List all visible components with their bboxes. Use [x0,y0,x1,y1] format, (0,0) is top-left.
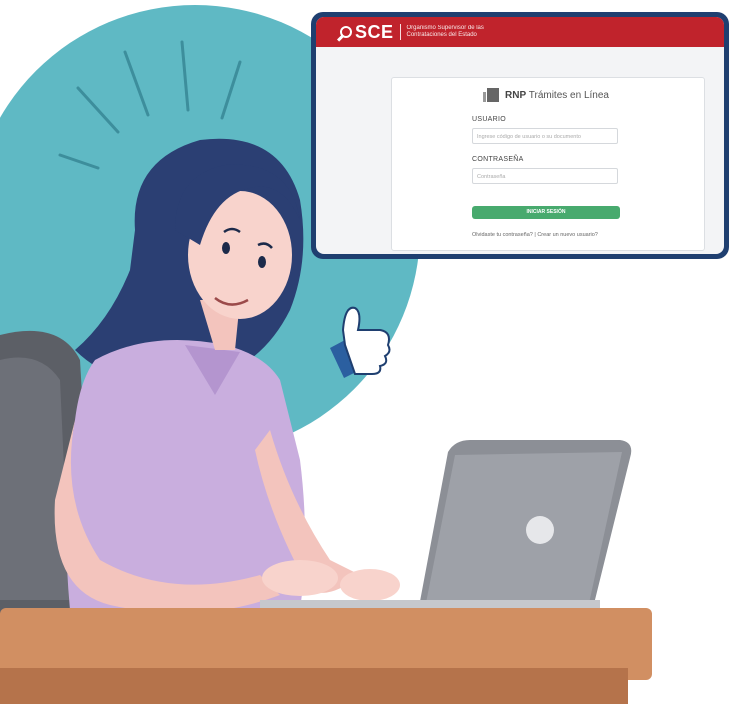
logo-text: SCE [355,21,394,42]
password-input[interactable]: Contraseña [472,168,618,184]
org-line-1: Organismo Supervisor de las [406,25,484,31]
user-label: USUARIO [472,116,506,123]
footer-links[interactable]: Olvidaste tu contraseña? | Crear un nuev… [472,232,598,238]
sce-logo: SCE [340,22,394,43]
login-button[interactable]: INICIAR SESIÓN [472,206,620,219]
login-popup-window: SCE Organismo Supervisor de las Contrata… [311,12,729,259]
header-bar: SCE Organismo Supervisor de las Contrata… [316,17,724,47]
desk-front [0,668,628,704]
laptop-logo [526,516,554,544]
browser-screen: SCE Organismo Supervisor de las Contrata… [316,17,724,254]
title-rest: Trámites en Línea [528,89,609,101]
password-label: CONTRASEÑA [472,156,524,163]
user-input[interactable]: Ingrese código de usuario o su documento [472,128,618,144]
card-title: RNP Trámites en Línea [392,88,704,102]
title-rnp: RNP [505,89,527,101]
organization-name: Organismo Supervisor de las Contratacion… [407,25,484,39]
building-icon [483,88,500,102]
org-line-2: Contrataciones del Estado [406,32,477,38]
login-card: RNP Trámites en Línea USUARIO Ingrese có… [391,77,705,251]
magnifier-logo-icon [340,26,352,38]
header-divider [399,24,401,40]
